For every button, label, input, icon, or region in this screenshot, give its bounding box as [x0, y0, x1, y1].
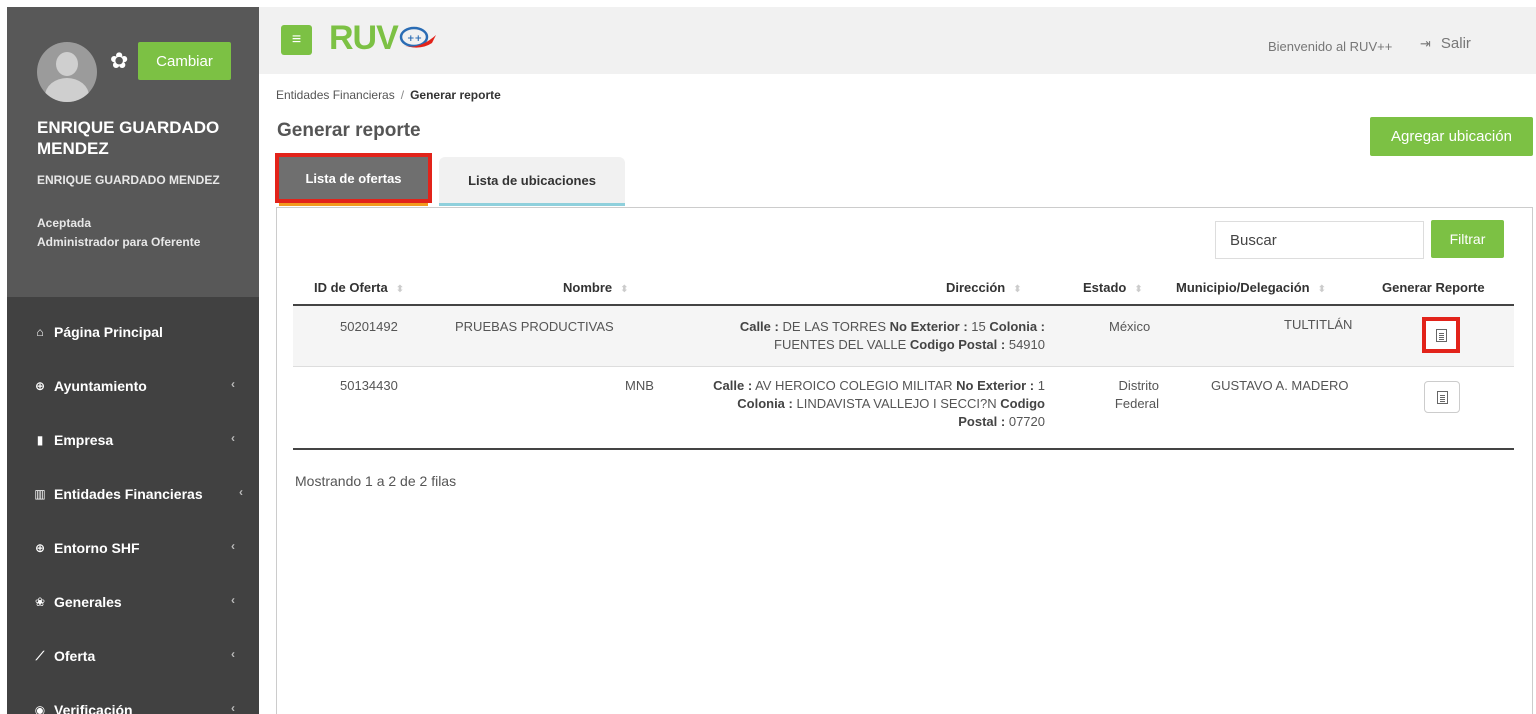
sort-icon: ⬍ [620, 284, 629, 295]
page-title: Generar reporte [277, 120, 421, 141]
logout-link[interactable]: ⇥ Salir [1420, 35, 1471, 52]
top-bar: ≡ RUV ++ Bienvenido al RUV++ ⇥ Salir [259, 7, 1536, 74]
chevron-left-icon: ‹ [231, 701, 235, 714]
column-header-nombre[interactable]: Nombre ⬍ [563, 280, 629, 295]
sidebar-item-empresa[interactable]: ▮ Empresa ‹ [7, 413, 259, 467]
row-divider [293, 366, 1514, 367]
sidebar-item-label: Ayuntamiento [54, 378, 147, 394]
home-icon: ⌂ [36, 325, 44, 339]
breadcrumb: Entidades Financieras / Generar reporte [276, 88, 501, 102]
svg-text:++: ++ [407, 34, 422, 44]
chevron-left-icon: ‹ [231, 431, 235, 445]
content-panel [276, 207, 1533, 714]
pagination-info: Mostrando 1 a 2 de 2 filas [295, 473, 457, 489]
add-location-button[interactable]: Agregar ubicación [1370, 117, 1533, 156]
cell-estado: Distrito Federal [1114, 378, 1159, 411]
sidebar-item-label: Empresa [54, 432, 114, 448]
chevron-left-icon: ‹ [239, 485, 243, 499]
sort-icon: ⬍ [395, 284, 405, 295]
sidebar-item-label: Generales [54, 594, 122, 610]
cell-direccion: Calle : DE LAS TORRES No Exterior : 15 C… [739, 319, 1045, 352]
generate-report-button[interactable] [1422, 317, 1460, 353]
building-icon: ▮ [36, 433, 44, 447]
sidebar-item-label: Oferta [54, 648, 96, 664]
hamburger-icon: ≡ [291, 31, 302, 48]
generate-report-button[interactable] [1424, 381, 1460, 413]
group-icon: ❀ [34, 595, 46, 609]
user-role: Administrador para Oferente [37, 235, 201, 249]
ruv-logo[interactable]: RUV ++ [329, 18, 438, 58]
bank-icon: ▥ [34, 487, 46, 501]
sidebar-item-entorno-shf[interactable]: ⊕ Entorno SHF ‹ [7, 521, 259, 575]
cell-municipio: TULTITLÁN [1284, 317, 1353, 332]
column-header-municipio[interactable]: Municipio/Delegación ⬍ [1176, 280, 1326, 295]
active-tab-indicator [279, 203, 428, 206]
sidebar-item-label: Página Principal [54, 324, 163, 340]
sign-out-icon: ⇥ [1420, 35, 1431, 51]
sort-icon: ⬍ [1134, 284, 1143, 295]
chevron-left-icon: ‹ [231, 539, 235, 553]
logout-label: Salir [1440, 35, 1471, 52]
sidebar-item-generales[interactable]: ❀ Generales ‹ [7, 575, 259, 629]
cell-id: 50201492 [340, 319, 398, 334]
column-header-direccion[interactable]: Dirección ⬍ [946, 280, 1022, 295]
cell-id: 50134430 [340, 378, 398, 393]
filter-button[interactable]: Filtrar [1431, 220, 1504, 258]
search-input[interactable] [1215, 221, 1424, 259]
chevron-left-icon: ‹ [231, 647, 235, 661]
column-header-estado[interactable]: Estado ⬍ [1083, 280, 1143, 295]
cell-municipio: GUSTAVO A. MADERO [1211, 378, 1349, 393]
breadcrumb-parent[interactable]: Entidades Financieras [276, 88, 395, 102]
line-chart-icon: ⟋ [35, 648, 45, 663]
dot-circle-icon: ◉ [34, 703, 46, 714]
sort-icon: ⬍ [1317, 284, 1327, 295]
welcome-text: Bienvenido al RUV++ [1268, 39, 1393, 54]
chevron-left-icon: ‹ [231, 593, 235, 607]
sidebar-item-pagina-principal[interactable]: ⌂ Página Principal [7, 305, 259, 359]
sidebar-item-oferta[interactable]: ⟋ Oferta ‹ [7, 629, 259, 683]
tab-lista-de-ofertas[interactable]: Lista de ofertas [275, 153, 432, 203]
sidebar-item-entidades-financieras[interactable]: ▥ Entidades Financieras ‹ [7, 467, 259, 521]
sidebar-item-label: Entidades Financieras [54, 486, 203, 502]
logo-swoosh-icon: ++ [399, 26, 436, 48]
column-header-generar-reporte: Generar Reporte [1382, 280, 1485, 295]
user-name: ENRIQUE GUARDADO MENDEZ [37, 118, 220, 158]
breadcrumb-current: Generar reporte [410, 88, 501, 102]
column-header-id[interactable]: ID de Oferta ⬍ [314, 280, 404, 295]
sidebar-item-ayuntamiento[interactable]: ⊕ Ayuntamiento ‹ [7, 359, 259, 413]
sidebar-item-verificacion[interactable]: ◉ Verificación ‹ [7, 683, 259, 714]
user-subname: ENRIQUE GUARDADO MENDEZ [37, 173, 220, 187]
change-button[interactable]: Cambiar [138, 42, 231, 80]
sidebar-item-label: Verificación [54, 702, 133, 714]
tab-lista-de-ubicaciones[interactable]: Lista de ubicaciones [439, 157, 625, 206]
menu-toggle-button[interactable]: ≡ [281, 25, 312, 55]
document-icon [1435, 328, 1447, 342]
gear-icon[interactable]: ✿ [110, 50, 128, 72]
sidebar-item-label: Entorno SHF [54, 540, 140, 556]
document-icon [1436, 390, 1448, 404]
sidebar: ✿ Cambiar ENRIQUE GUARDADO MENDEZ ENRIQU… [7, 7, 259, 714]
cell-estado: México [1109, 319, 1151, 334]
cell-nombre: PRUEBAS PRODUCTIVAS [455, 319, 614, 334]
chevron-left-icon: ‹ [231, 377, 235, 391]
user-status: Aceptada [37, 216, 92, 230]
plus-circle-icon: ⊕ [34, 541, 46, 555]
sort-icon: ⬍ [1013, 284, 1022, 295]
breadcrumb-separator: / [400, 88, 405, 102]
plus-circle-icon: ⊕ [34, 379, 46, 393]
table-bottom-divider [293, 448, 1514, 450]
user-profile-panel: ✿ Cambiar ENRIQUE GUARDADO MENDEZ ENRIQU… [7, 7, 259, 297]
cell-direccion: Calle : AV HEROICO COLEGIO MILITAR No Ex… [713, 378, 1045, 429]
avatar [37, 42, 97, 102]
